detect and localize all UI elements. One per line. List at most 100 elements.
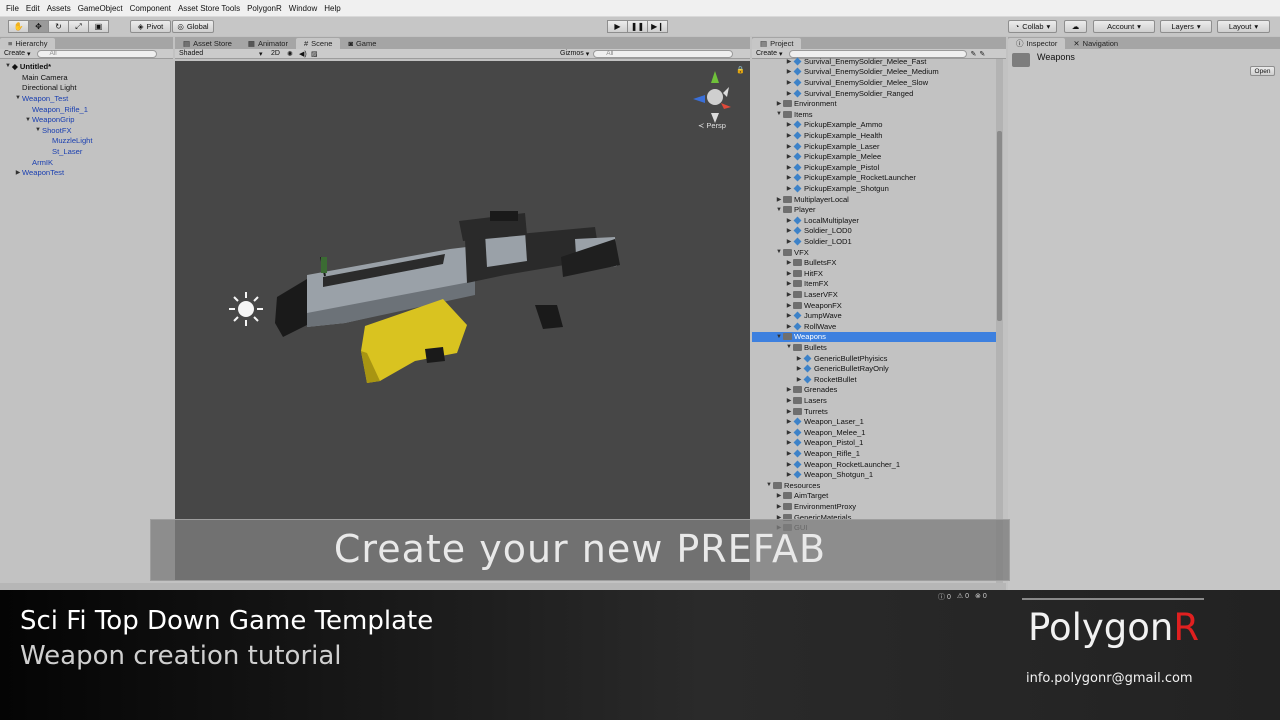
expand-arrow-icon[interactable]: ▶ <box>775 196 783 203</box>
project-prefab-item[interactable]: ▶ Survival_EnemySoldier_Melee_Slow <box>752 77 996 88</box>
effects-toggle-icon[interactable]: ▨ <box>311 50 325 58</box>
expand-arrow-icon[interactable]: ▶ <box>785 68 793 75</box>
project-prefab-item[interactable]: ▶ Weapon_Rifle_1 <box>752 448 996 459</box>
play-icon[interactable]: ▶ <box>607 20 628 33</box>
expand-arrow-icon[interactable]: ▶ <box>785 408 793 415</box>
tab-navigation[interactable]: ✕ Navigation <box>1065 38 1126 49</box>
expand-arrow-icon[interactable]: ▶ <box>775 492 783 499</box>
project-folder-item[interactable]: ▶ Turrets <box>752 406 996 417</box>
project-prefab-item[interactable]: ▶ Soldier_LOD1 <box>752 236 996 247</box>
project-folder-item[interactable]: ▶ Grenades <box>752 385 996 396</box>
project-prefab-item[interactable]: ▶ Weapon_Pistol_1 <box>752 438 996 449</box>
menu-file[interactable]: File <box>6 4 19 13</box>
expand-arrow-icon[interactable]: ▶ <box>785 270 793 277</box>
project-scrollbar[interactable] <box>996 59 1003 583</box>
expand-arrow-icon[interactable]: ▶ <box>785 238 793 245</box>
expand-arrow-icon[interactable]: ▼ <box>4 63 12 69</box>
project-folder-item[interactable]: ▼ Items <box>752 109 996 120</box>
lock-icon[interactable]: 🔒 <box>736 66 745 74</box>
expand-arrow-icon[interactable]: ▶ <box>775 503 783 510</box>
layout-dropdown[interactable]: Layout ▾ <box>1217 20 1270 33</box>
pause-icon[interactable]: ❚❚ <box>627 20 648 33</box>
expand-arrow-icon[interactable]: ▶ <box>785 312 793 319</box>
project-prefab-item[interactable]: ▶ PickupExample_Health <box>752 130 996 141</box>
expand-arrow-icon[interactable]: ▶ <box>785 79 793 86</box>
warning-count-icon[interactable]: ⚠ 0 <box>957 592 969 602</box>
expand-arrow-icon[interactable]: ▶ <box>785 471 793 478</box>
menu-component[interactable]: Component <box>130 4 171 13</box>
expand-arrow-icon[interactable]: ▶ <box>785 291 793 298</box>
expand-arrow-icon[interactable]: ▶ <box>785 121 793 128</box>
light-toggle-icon[interactable]: ✺ <box>287 50 299 58</box>
tab-inspector[interactable]: ⓘ Inspector <box>1008 38 1066 49</box>
hierarchy-item[interactable]: ▼ WeaponGrip <box>0 114 173 125</box>
hierarchy-item[interactable]: ▼ Weapon_Test <box>0 93 173 104</box>
project-prefab-item[interactable]: ▶ PickupExample_Pistol <box>752 162 996 173</box>
project-folder-item[interactable]: ▶ MultiplayerLocal <box>752 194 996 205</box>
expand-arrow-icon[interactable]: ▶ <box>785 302 793 309</box>
collapse-arrow-icon[interactable]: ▼ <box>775 207 783 213</box>
layers-dropdown[interactable]: Layers ▾ <box>1160 20 1212 33</box>
project-prefab-item[interactable]: ▶ RollWave <box>752 321 996 332</box>
collapse-arrow-icon[interactable]: ▼ <box>785 344 793 350</box>
tab-project[interactable]: ▤ Project <box>752 38 802 49</box>
project-prefab-item[interactable]: ▶ JumpWave <box>752 310 996 321</box>
expand-arrow-icon[interactable]: ▼ <box>24 117 32 123</box>
project-prefab-item[interactable]: ▶ LocalMultiplayer <box>752 215 996 226</box>
expand-arrow-icon[interactable]: ▶ <box>785 259 793 266</box>
audio-toggle-icon[interactable]: ◀) <box>299 50 311 58</box>
expand-arrow-icon[interactable]: ▶ <box>795 376 803 383</box>
expand-arrow-icon[interactable]: ▶ <box>785 429 793 436</box>
project-prefab-item[interactable]: ▶ PickupExample_Ammo <box>752 120 996 131</box>
hierarchy-item[interactable]: MuzzleLight <box>0 136 173 147</box>
gizmos-dropdown[interactable]: Gizmos <box>560 50 584 57</box>
expand-arrow-icon[interactable]: ▶ <box>785 164 793 171</box>
expand-arrow-icon[interactable]: ▶ <box>785 143 793 150</box>
project-folder-item[interactable]: ▶ HitFX <box>752 268 996 279</box>
menu-asset-store-tools[interactable]: Asset Store Tools <box>178 4 240 13</box>
scene-viewport[interactable]: ≺ Persp 🔒 <box>175 61 750 580</box>
project-prefab-item[interactable]: ▶ Weapon_Laser_1 <box>752 416 996 427</box>
project-folder-item[interactable]: ▶ BulletsFX <box>752 257 996 268</box>
hierarchy-item[interactable]: St_Laser <box>0 146 173 157</box>
collapse-arrow-icon[interactable]: ▼ <box>775 249 783 255</box>
2d-toggle[interactable]: 2D <box>271 50 287 57</box>
scene-search-input[interactable]: All <box>593 49 734 58</box>
project-prefab-item[interactable]: ▶ GenericBulletRayOnly <box>752 363 996 374</box>
project-prefab-item[interactable]: ▶ Weapon_Melee_1 <box>752 427 996 438</box>
hand-tool-icon[interactable]: ✋ <box>8 20 29 33</box>
project-folder-item[interactable]: ▼ Player <box>752 204 996 215</box>
hierarchy-create-button[interactable]: Create <box>4 50 25 57</box>
project-folder-item[interactable]: ▶ EnvironmentProxy <box>752 501 996 512</box>
expand-arrow-icon[interactable]: ▶ <box>785 461 793 468</box>
project-folder-item[interactable]: ▶ AimTarget <box>752 491 996 502</box>
hierarchy-item[interactable]: Directional Light <box>0 83 173 94</box>
expand-arrow-icon[interactable]: ▶ <box>785 58 793 65</box>
expand-arrow-icon[interactable]: ▶ <box>795 355 803 362</box>
project-prefab-item[interactable]: ▶ GenericBulletPhyisics <box>752 353 996 364</box>
project-folder-item[interactable]: ▼ Resources <box>752 480 996 491</box>
project-folder-item[interactable]: ▶ ItemFX <box>752 279 996 290</box>
expand-arrow-icon[interactable]: ▶ <box>795 365 803 372</box>
info-count-icon[interactable]: ⓘ 0 <box>938 592 951 602</box>
hierarchy-item[interactable]: ArmIK <box>0 157 173 168</box>
scene-root[interactable]: ▼ ◆ Untitled* <box>0 61 173 72</box>
expand-arrow-icon[interactable]: ▶ <box>785 153 793 160</box>
collapse-arrow-icon[interactable]: ▼ <box>775 111 783 117</box>
hierarchy-item[interactable]: Main Camera <box>0 72 173 83</box>
project-prefab-item[interactable]: ▶ PickupExample_Laser <box>752 141 996 152</box>
rect-tool-icon[interactable]: ▣ <box>88 20 109 33</box>
project-folder-item[interactable]: ▶ Lasers <box>752 395 996 406</box>
menu-edit[interactable]: Edit <box>26 4 40 13</box>
collapse-arrow-icon[interactable]: ▼ <box>765 482 773 488</box>
expand-arrow-icon[interactable]: ▶ <box>785 280 793 287</box>
expand-arrow-icon[interactable]: ▶ <box>785 323 793 330</box>
expand-arrow-icon[interactable]: ▼ <box>14 95 22 101</box>
step-icon[interactable]: ▶❙ <box>647 20 668 33</box>
project-folder-item[interactable]: ▼ VFX <box>752 247 996 258</box>
hierarchy-item[interactable]: ▶ WeaponTest <box>0 167 173 178</box>
project-prefab-item[interactable]: ▶ PickupExample_Shotgun <box>752 183 996 194</box>
expand-arrow-icon[interactable]: ▶ <box>785 439 793 446</box>
project-prefab-item[interactable]: ▶ Survival_EnemySoldier_Melee_Fast <box>752 56 996 67</box>
expand-arrow-icon[interactable]: ▶ <box>785 418 793 425</box>
